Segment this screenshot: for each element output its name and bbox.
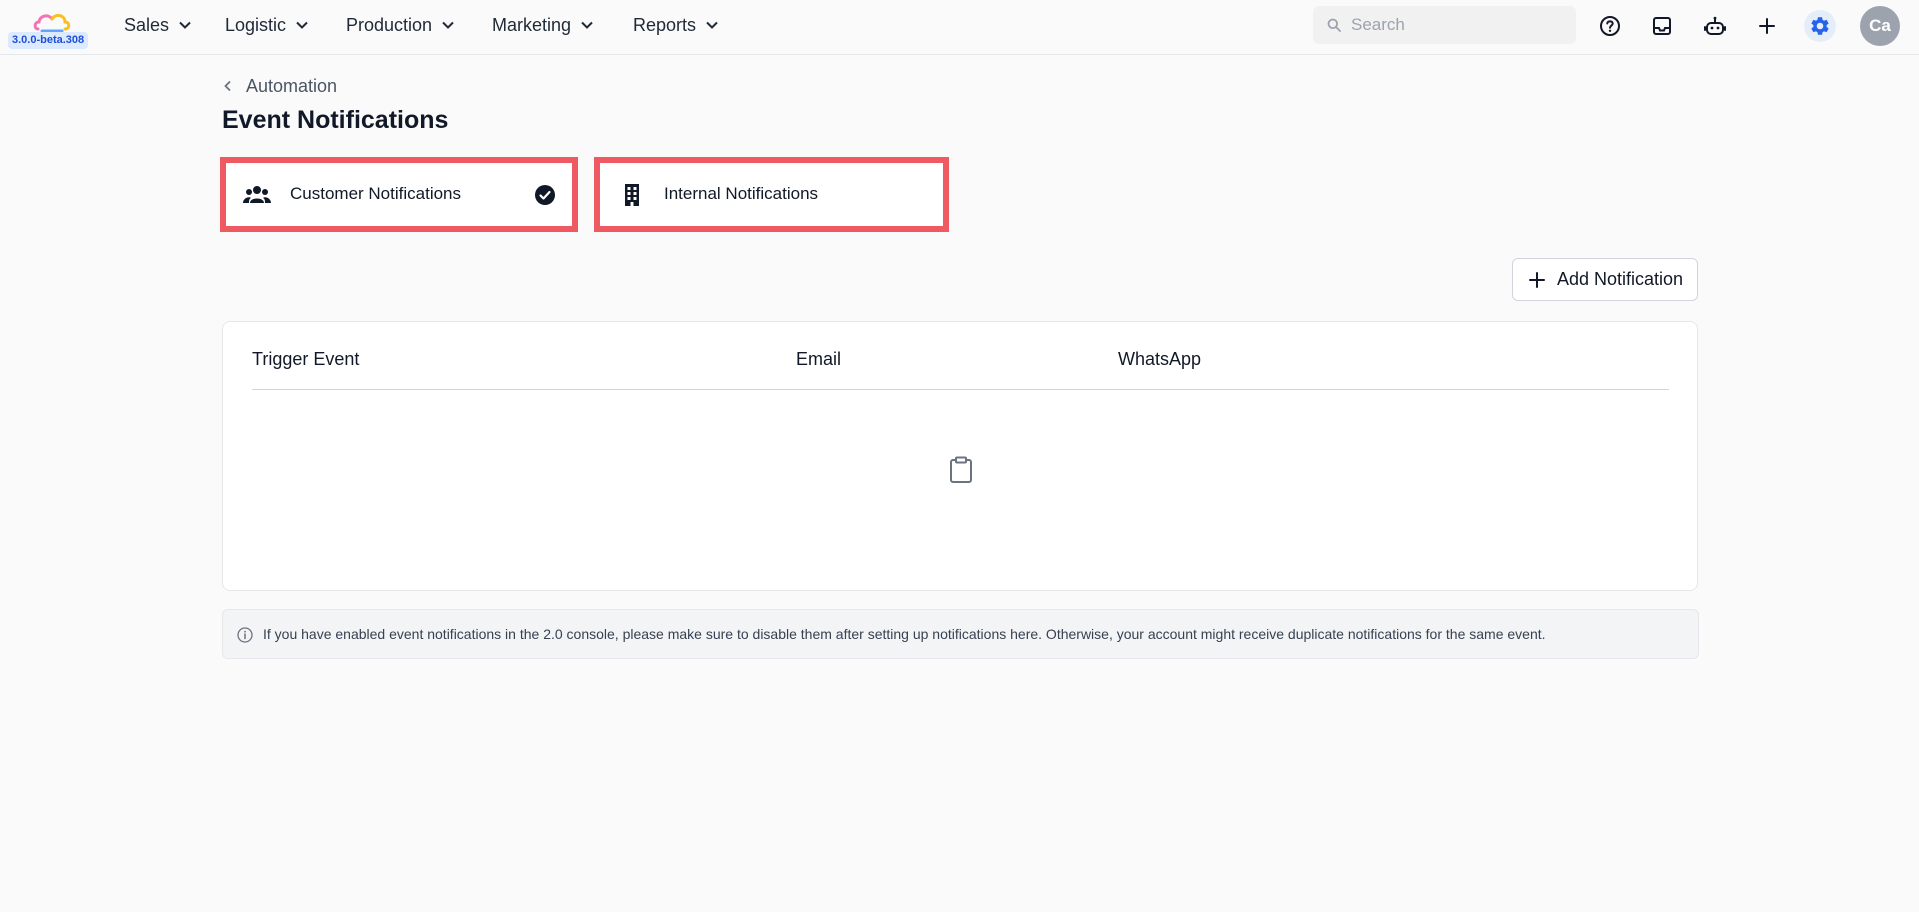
column-header-email: Email: [796, 349, 842, 369]
user-avatar[interactable]: Ca: [1860, 6, 1900, 46]
nav-production-label: Production: [346, 14, 433, 35]
column-header-whatsapp: WhatsApp: [1118, 349, 1202, 369]
check-circle-icon: [535, 185, 555, 205]
breadcrumb[interactable]: Automation: [222, 74, 337, 98]
tab-customer-notifications[interactable]: Customer Notifications: [220, 157, 578, 232]
nav-production[interactable]: Production: [346, 13, 455, 37]
chevron-down-icon: [581, 21, 593, 29]
chevron-down-icon: [706, 21, 718, 29]
top-navigation-bar: 3.0.0-beta.308 Sales Logistic Production…: [0, 0, 1919, 55]
add-notification-button[interactable]: Add Notification: [1512, 258, 1698, 301]
create-button[interactable]: [1751, 10, 1783, 42]
gear-icon: [1811, 17, 1829, 35]
nav-reports[interactable]: Reports: [633, 13, 719, 37]
settings-button[interactable]: [1804, 10, 1836, 42]
assistant-button[interactable]: [1699, 10, 1731, 42]
nav-logistic[interactable]: Logistic: [225, 13, 309, 37]
nav-logistic-label: Logistic: [225, 14, 287, 35]
clipboard-icon: [950, 456, 972, 483]
tab-customer-label: Customer Notifications: [290, 184, 462, 203]
info-banner: If you have enabled event notifications …: [222, 609, 1699, 659]
notifications-table: Trigger Event Email WhatsApp: [222, 321, 1698, 591]
building-icon: [625, 184, 639, 206]
nav-sales[interactable]: Sales: [124, 13, 192, 37]
chevron-left-icon: [224, 80, 231, 92]
inbox-button[interactable]: [1646, 10, 1678, 42]
chevron-down-icon: [296, 21, 308, 29]
breadcrumb-label: Automation: [246, 75, 338, 96]
column-header-trigger-event: Trigger Event: [252, 349, 360, 369]
info-text: If you have enabled event notifications …: [263, 626, 1546, 642]
plus-icon: [1529, 271, 1545, 288]
search-box[interactable]: [1313, 6, 1576, 44]
help-button[interactable]: [1594, 10, 1626, 42]
chevron-down-icon: [179, 21, 191, 29]
bot-icon: [1704, 16, 1726, 35]
page-title: Event Notifications: [222, 106, 449, 134]
chevron-down-icon: [442, 21, 454, 29]
table-header-divider: [252, 389, 1669, 390]
users-icon: [243, 186, 271, 203]
nav-sales-label: Sales: [124, 14, 170, 35]
tab-internal-notifications[interactable]: Internal Notifications: [594, 157, 949, 232]
search-input[interactable]: [1351, 6, 1571, 44]
add-notification-label: Add Notification: [1557, 269, 1684, 289]
nav-marketing[interactable]: Marketing: [492, 13, 594, 37]
search-icon: [1327, 18, 1341, 32]
plus-icon: [1759, 18, 1775, 34]
inbox-icon: [1653, 17, 1671, 35]
tab-internal-label: Internal Notifications: [664, 184, 819, 203]
version-badge: 3.0.0-beta.308: [8, 32, 89, 49]
nav-marketing-label: Marketing: [492, 14, 572, 35]
help-icon: [1600, 16, 1620, 36]
info-icon: [237, 627, 253, 643]
nav-reports-label: Reports: [633, 14, 697, 35]
